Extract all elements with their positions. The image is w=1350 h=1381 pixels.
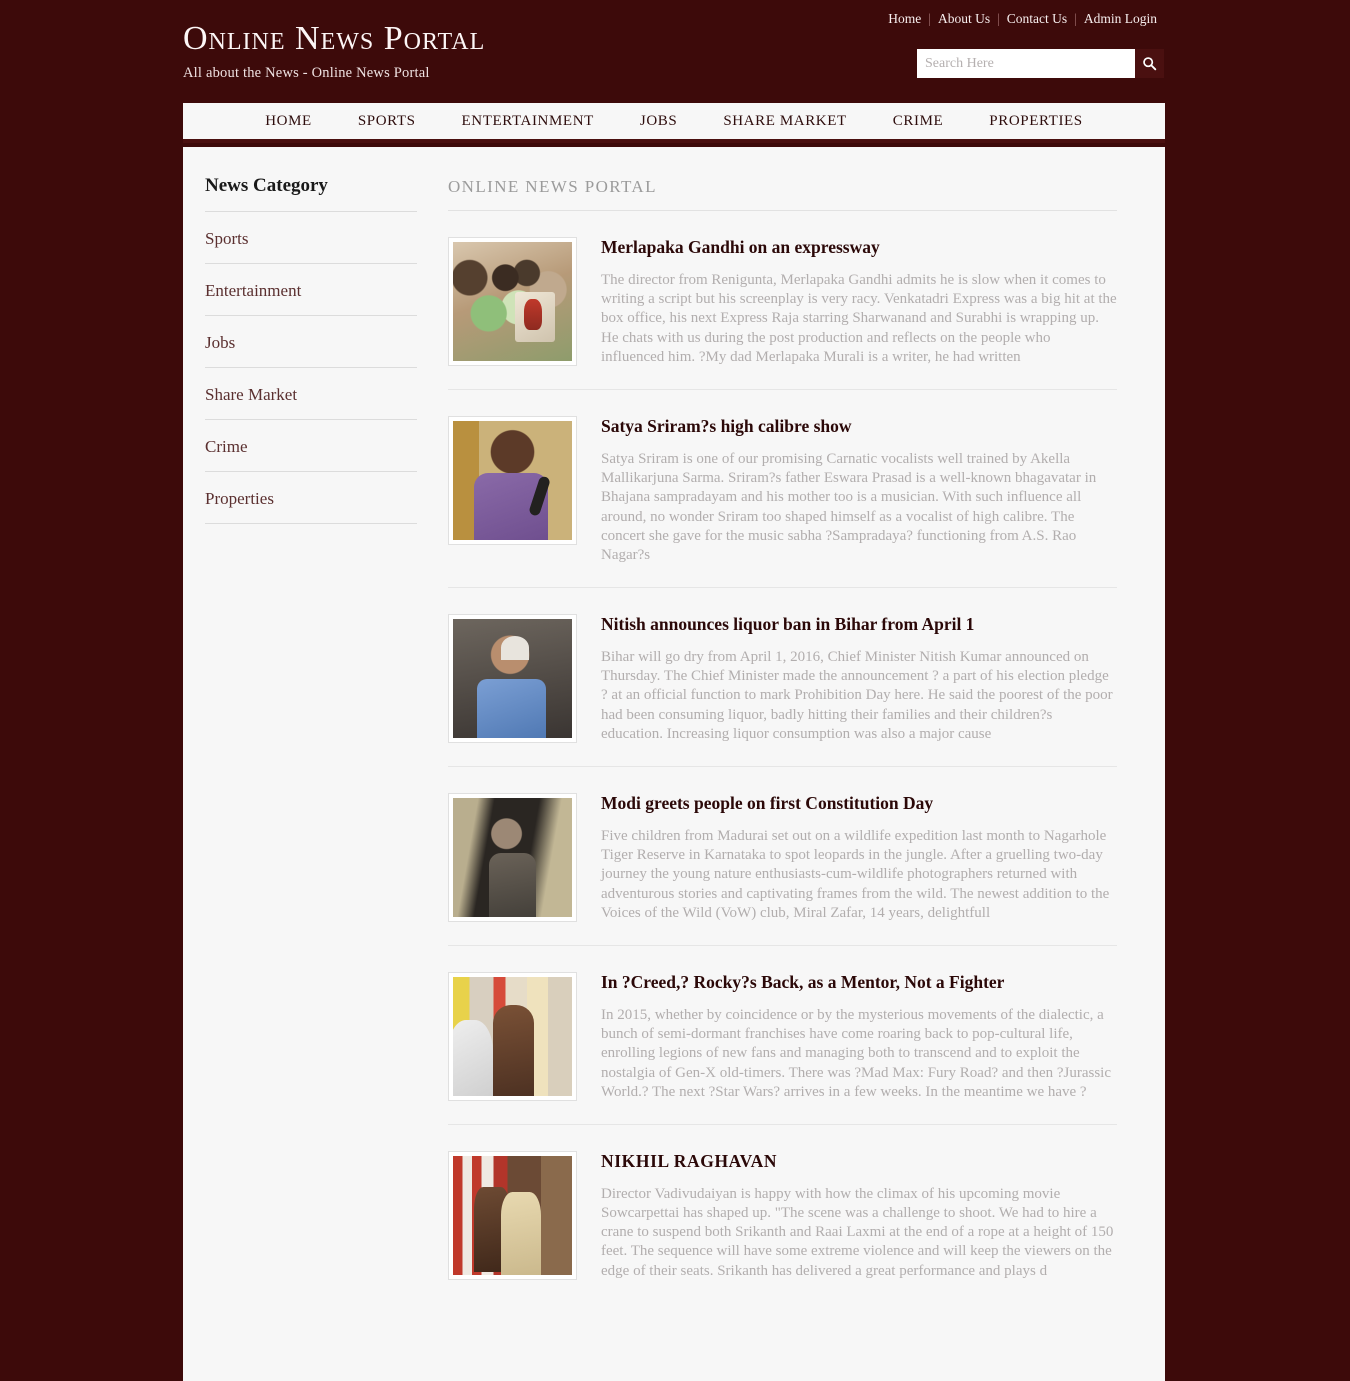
article-title[interactable]: Modi greets people on first Constitution…	[601, 793, 1117, 814]
article-title[interactable]: Merlapaka Gandhi on an expressway	[601, 237, 1117, 258]
article-title[interactable]: Satya Sriram?s high calibre show	[601, 416, 1117, 437]
sidebar-item-entertainment[interactable]: Entertainment	[205, 264, 417, 316]
site-header: Online News Portal All about the News - …	[0, 0, 1350, 103]
top-utility-links: Home | About Us | Contact Us | Admin Login	[881, 11, 1164, 27]
article-excerpt: In 2015, whether by coincidence or by th…	[601, 1006, 1112, 1100]
main-navigation: HOME SPORTS ENTERTAINMENT JOBS SHARE MAR…	[183, 103, 1165, 143]
sidebar-heading: News Category	[205, 175, 417, 212]
article-body: Satya Sriram?s high calibre show Satya S…	[601, 416, 1117, 565]
nav-item-sports[interactable]: SPORTS	[335, 113, 439, 130]
site-title: Online News Portal	[183, 20, 486, 57]
movie-still-photo	[453, 1155, 572, 1275]
nav-item-jobs[interactable]: JOBS	[617, 113, 700, 130]
article-excerpt: Satya Sriram is one of our promising Car…	[601, 450, 1097, 563]
article-body: Merlapaka Gandhi on an expressway The di…	[601, 237, 1117, 367]
top-link-contact-us[interactable]: Contact Us	[1000, 11, 1074, 26]
article-excerpt: Director Vadivudaiyan is happy with how …	[601, 1185, 1114, 1279]
article-excerpt: The director from Renigunta, Merlapaka G…	[601, 272, 1117, 365]
nav-item-entertainment[interactable]: ENTERTAINMENT	[439, 113, 617, 130]
article-title[interactable]: Nitish announces liquor ban in Bihar fro…	[601, 614, 1117, 635]
search-button[interactable]	[1135, 49, 1164, 78]
sidebar-item-sports[interactable]: Sports	[205, 212, 417, 264]
nav-item-crime[interactable]: CRIME	[870, 113, 967, 130]
brand: Online News Portal All about the News - …	[183, 22, 485, 82]
sidebar-item-crime[interactable]: Crime	[205, 420, 417, 472]
top-link-about-us[interactable]: About Us	[931, 11, 997, 26]
article-body: Modi greets people on first Constitution…	[601, 793, 1117, 923]
article-body: Nitish announces liquor ban in Bihar fro…	[601, 614, 1117, 744]
nav-item-share-market[interactable]: SHARE MARKET	[700, 113, 869, 130]
article-thumbnail[interactable]	[448, 793, 577, 922]
crowd-selfie-photo	[453, 242, 572, 361]
top-link-admin-login[interactable]: Admin Login	[1077, 11, 1164, 26]
section-title: ONLINE NEWS PORTAL	[448, 177, 1117, 211]
search-box	[917, 49, 1164, 78]
sidebar-item-properties[interactable]: Properties	[205, 472, 417, 524]
news-portal-page: Online News Portal All about the News - …	[0, 0, 1350, 1381]
article-body: In ?Creed,? Rocky?s Back, as a Mentor, N…	[601, 972, 1117, 1102]
site-tagline: All about the News - Online News Portal	[183, 65, 430, 81]
singer-with-microphone-photo	[453, 420, 572, 540]
article-item: Merlapaka Gandhi on an expressway The di…	[448, 211, 1117, 390]
nav-item-properties[interactable]: PROPERTIES	[966, 113, 1105, 130]
article-thumbnail[interactable]	[448, 237, 577, 366]
article-body: NIKHIL RAGHAVAN Director Vadivudaiyan is…	[601, 1151, 1117, 1281]
article-thumbnail[interactable]	[448, 1150, 577, 1280]
nav-item-home[interactable]: HOME	[242, 113, 335, 130]
article-excerpt: Five children from Madurai set out on a …	[601, 828, 1110, 921]
article-thumbnail[interactable]	[448, 415, 577, 545]
sidebar: News Category Sports Entertainment Jobs …	[183, 147, 428, 1381]
article-item: Nitish announces liquor ban in Bihar fro…	[448, 588, 1117, 767]
article-list: ONLINE NEWS PORTAL Merlapaka Gandhi on a…	[428, 147, 1165, 1381]
search-input[interactable]	[917, 49, 1135, 78]
article-excerpt: Bihar will go dry from April 1, 2016, Ch…	[601, 649, 1113, 742]
top-link-home[interactable]: Home	[881, 11, 928, 26]
article-item: In ?Creed,? Rocky?s Back, as a Mentor, N…	[448, 946, 1117, 1125]
sidebar-item-jobs[interactable]: Jobs	[205, 316, 417, 368]
boxing-gym-photo	[453, 976, 572, 1096]
article-title[interactable]: In ?Creed,? Rocky?s Back, as a Mentor, N…	[601, 972, 1117, 993]
article-title[interactable]: NIKHIL RAGHAVAN	[601, 1151, 1117, 1172]
portrait-dark-photo	[453, 798, 572, 917]
politician-in-crowd-photo	[453, 619, 572, 739]
article-item: NIKHIL RAGHAVAN Director Vadivudaiyan is…	[448, 1125, 1117, 1303]
sidebar-item-share-market[interactable]: Share Market	[205, 368, 417, 420]
article-thumbnail[interactable]	[448, 971, 577, 1101]
search-icon	[1143, 57, 1157, 71]
article-item: Modi greets people on first Constitution…	[448, 767, 1117, 946]
article-item: Satya Sriram?s high calibre show Satya S…	[448, 390, 1117, 589]
article-thumbnail[interactable]	[448, 614, 577, 744]
content-area: News Category Sports Entertainment Jobs …	[183, 147, 1165, 1381]
